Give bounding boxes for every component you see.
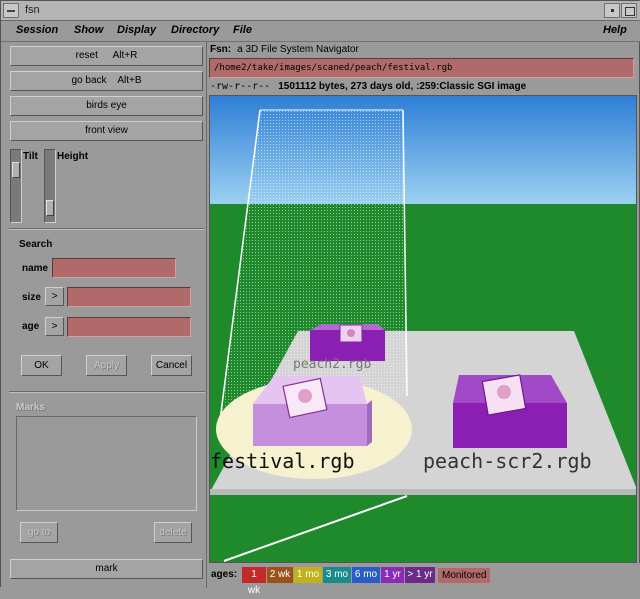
tilt-label: Tilt — [23, 151, 38, 162]
age-input[interactable] — [67, 317, 191, 337]
age-6-months: 6 mo — [352, 567, 380, 583]
maximize-button[interactable] — [621, 3, 637, 18]
size-operator-button[interactable]: > — [45, 287, 64, 306]
fsn-window: fsn Session Show Display Directory File … — [0, 0, 640, 596]
menu-session[interactable]: Session — [16, 24, 58, 36]
cancel-button[interactable]: Cancel — [151, 355, 192, 376]
name-label: name — [22, 263, 49, 274]
front-view-button[interactable]: front view — [10, 121, 203, 141]
tilt-slider-thumb[interactable] — [12, 162, 20, 178]
age-1-month: 1 mo — [294, 567, 322, 583]
age-2-weeks: 2 wk — [267, 567, 293, 583]
height-slider-thumb[interactable] — [46, 200, 54, 216]
marks-list[interactable] — [16, 416, 197, 511]
file-permissions: -rw-r--r-- — [210, 81, 271, 92]
size-input[interactable] — [67, 287, 191, 307]
menu-display[interactable]: Display — [117, 24, 156, 36]
file-details: 1501112 bytes, 273 days old, :259:Classi… — [278, 81, 527, 92]
reset-label: reset — [75, 50, 98, 61]
ages-legend: ages: 1 wk 2 wk 1 mo 3 mo 6 mo 1 yr > 1 … — [207, 563, 640, 596]
title-bar: fsn — [1, 1, 640, 21]
go-back-button[interactable]: go back Alt+B — [10, 71, 203, 91]
minimize-button[interactable] — [604, 3, 620, 18]
reset-shortcut: Alt+R — [112, 50, 138, 61]
file-label-peach-scr2[interactable]: peach-scr2.rgb — [423, 449, 592, 473]
apply-button[interactable]: Apply — [86, 355, 127, 376]
reset-button[interactable]: reset Alt+R — [10, 46, 203, 66]
age-over-1-year: > 1 yr — [405, 567, 435, 583]
menu-help[interactable]: Help — [603, 24, 627, 36]
3d-scene[interactable]: peach2.rgb festival.rgb peach-scr2.rgb — [210, 96, 637, 563]
control-panel: reset Alt+R go back Alt+B birds eye fron… — [1, 42, 207, 588]
height-slider[interactable] — [44, 149, 56, 223]
age-3-months: 3 mo — [323, 567, 351, 583]
age-1-year: 1 yr — [381, 567, 404, 583]
tilt-slider[interactable] — [10, 149, 22, 223]
path-field[interactable]: /home2/take/images/scaned/peach/festival… — [209, 58, 634, 78]
file-block-peach2[interactable] — [310, 324, 385, 361]
go-to-button[interactable]: go to — [20, 522, 58, 543]
go-back-label: go back — [71, 75, 107, 86]
file-label-peach2[interactable]: peach2.rgb — [293, 357, 371, 372]
height-label: Height — [57, 151, 89, 162]
window-menu-button[interactable] — [3, 3, 19, 18]
monitored-indicator: Monitored — [438, 568, 491, 583]
age-1-week: 1 wk — [242, 567, 266, 596]
file-block-festival[interactable] — [253, 376, 372, 446]
mark-button[interactable]: mark — [10, 559, 203, 579]
window-title: fsn — [25, 4, 40, 16]
platform-edge — [210, 489, 636, 495]
go-back-shortcut: Alt+B — [117, 75, 142, 86]
3d-view[interactable]: peach2.rgb festival.rgb peach-scr2.rgb — [209, 95, 637, 563]
ok-button[interactable]: OK — [21, 355, 62, 376]
age-operator-button[interactable]: > — [45, 317, 64, 336]
search-title: Search — [19, 239, 53, 250]
birds-eye-button[interactable]: birds eye — [10, 96, 203, 116]
delete-button[interactable]: delete — [154, 522, 192, 543]
divider — [9, 228, 205, 230]
size-label: size — [22, 292, 41, 303]
menu-file[interactable]: File — [233, 24, 252, 36]
menu-show[interactable]: Show — [74, 24, 103, 36]
divider — [9, 391, 205, 393]
marks-title: Marks — [16, 402, 45, 413]
menu-bar: Session Show Display Directory File Help — [1, 21, 640, 42]
file-info: -rw-r--r-- 1501112 bytes, 273 days old, :… — [210, 81, 526, 92]
file-block-peach-scr2[interactable] — [453, 374, 567, 448]
file-label-festival[interactable]: festival.rgb — [210, 449, 355, 473]
ages-label: ages: — [211, 569, 238, 580]
app-name: Fsn: — [210, 44, 232, 55]
app-heading: Fsn: a 3D File System Navigator — [210, 44, 359, 55]
name-input[interactable] — [52, 258, 176, 278]
app-subtitle: a 3D File System Navigator — [237, 44, 359, 55]
age-label: age — [22, 321, 40, 332]
menu-directory[interactable]: Directory — [171, 24, 219, 36]
